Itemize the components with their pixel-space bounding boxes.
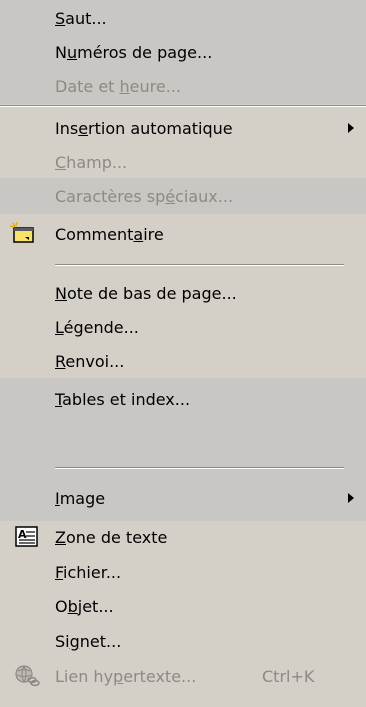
menu-item-caracteres-speciaux: Caractères spéciaux...: [0, 178, 366, 214]
menu-item-label: Commentaire: [55, 225, 164, 244]
menu-item-zone-de-texte[interactable]: A Zone de texte: [0, 521, 366, 555]
menu-item-champ: Champ...: [0, 144, 366, 178]
menu-item-numeros-de-page[interactable]: Numéros de page...: [0, 36, 366, 70]
menu-item-image[interactable]: Image: [0, 482, 366, 516]
insert-menu: Saut... Numéros de page... Date et heure…: [0, 0, 366, 707]
menu-item-label: Objet...: [55, 597, 114, 616]
menu-item-tables-et-index[interactable]: Tables et index...: [0, 378, 366, 449]
menu-item-label: Date et heure...: [55, 77, 181, 96]
menu-item-commentaire[interactable]: Commentaire: [0, 216, 366, 250]
menu-item-shortcut: Ctrl+K: [262, 667, 315, 686]
menu-item-label: Légende...: [55, 318, 139, 337]
menu-item-label: Image: [55, 489, 106, 508]
menu-item-fichier[interactable]: Fichier...: [0, 556, 366, 590]
menu-item-label: Saut...: [55, 9, 107, 28]
menu-item-label: Numéros de page...: [55, 43, 213, 62]
menu-item-date-et-heure: Date et heure...: [0, 70, 366, 104]
menu-item-label: Champ...: [55, 153, 128, 172]
menu-item-label: Signet...: [55, 632, 122, 651]
menu-separator: [55, 264, 344, 266]
menu-item-renvoi[interactable]: Renvoi...: [0, 343, 366, 377]
menu-item-label: Caractères spéciaux...: [55, 187, 234, 206]
submenu-arrow-icon: [348, 123, 354, 133]
menu-item-label: Fichier...: [55, 563, 122, 582]
menu-item-lien-hypertexte: Lien hypertexte... Ctrl+K: [0, 660, 366, 694]
menu-separator: [0, 105, 366, 107]
menu-item-saut[interactable]: Saut...: [0, 0, 366, 36]
text-box-icon: A: [15, 526, 39, 548]
menu-item-label: Note de bas de page...: [55, 284, 237, 303]
menu-item-objet[interactable]: Objet...: [0, 590, 366, 624]
menu-item-label: Zone de texte: [55, 528, 168, 547]
comment-note-icon: [9, 221, 34, 244]
menu-item-label: Lien hypertexte...: [55, 667, 197, 686]
menu-item-label: Renvoi...: [55, 352, 125, 371]
menu-separator: [55, 467, 344, 469]
menu-item-label: Insertion automatique: [55, 119, 233, 138]
submenu-arrow-icon: [348, 493, 354, 503]
menu-item-note-de-bas-de-page[interactable]: Note de bas de page...: [0, 275, 366, 309]
svg-text:A: A: [18, 528, 27, 541]
menu-item-insertion-automatique[interactable]: Insertion automatique: [0, 108, 366, 142]
menu-item-legende[interactable]: Légende...: [0, 309, 366, 343]
menu-item-label: Tables et index...: [55, 390, 191, 409]
menu-item-signet[interactable]: Signet...: [0, 625, 366, 659]
hyperlink-globe-icon: [14, 664, 40, 687]
